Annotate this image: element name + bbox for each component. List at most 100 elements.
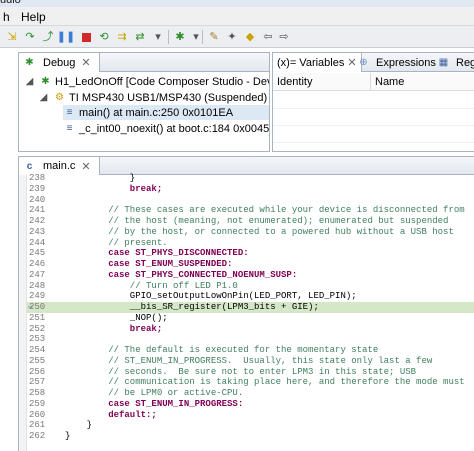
code-line[interactable]: 240	[27, 195, 474, 206]
code-line[interactable]: 238 }	[27, 173, 474, 184]
code-text: __bis_SR_register(LPM3_bits + GIE);	[65, 302, 319, 312]
code-line[interactable]: 248 // Turn off LED P1.0	[27, 281, 474, 292]
line-number: 247	[29, 269, 46, 280]
navigate-forward-icon[interactable]: ⇨	[276, 29, 292, 45]
debug-icon[interactable]: ✱	[172, 29, 188, 45]
code-line[interactable]: 254 // The default is executed for the m…	[27, 345, 474, 356]
menu-bar: h Help	[0, 7, 474, 26]
code-line[interactable]: 260 default:;	[27, 410, 474, 421]
code-text: break;	[65, 323, 163, 334]
code-line[interactable]: 259 case ST_ENUM_IN_PROGRESS:	[27, 399, 474, 410]
code-text: // The default is executed for the momen…	[65, 345, 379, 355]
debug-view: ✱ Debug ✕ ◢ ✱ H1_LedOnOff [Code Composer…	[18, 52, 270, 152]
code-line[interactable]: 258 // be LPM0 or active-CPU.	[27, 388, 474, 399]
grid-line	[273, 142, 474, 143]
debug-tree-item-session[interactable]: ◢ ✱ H1_LedOnOff [Code Composer Studio - …	[23, 74, 269, 89]
tab-debug-label: Debug	[43, 56, 76, 69]
tab-registers[interactable]: ▦ Registers	[433, 53, 474, 72]
code-line[interactable]: 239 break;	[27, 184, 474, 195]
code-text: break;	[65, 183, 163, 194]
code-text: }	[65, 431, 71, 441]
code-editor: c main.c ✕ 238 } 239 break; 240 241 // Thes…	[18, 156, 474, 451]
grid-line	[273, 108, 474, 109]
debug-tree-item-target[interactable]: ◢ ⚙ TI MSP430 USB1/MSP430 (Suspended)	[37, 90, 267, 105]
code-line[interactable]: 252 break;	[27, 324, 474, 335]
variables-view-tabbar: (x)= Variables ✕ ⊕ Expressions ▦ Registe…	[273, 53, 474, 72]
pin-icon[interactable]: ✦	[224, 29, 240, 45]
tab-variables-label: (x)= Variables	[277, 56, 345, 69]
tab-debug[interactable]: ✱ Debug ✕	[19, 53, 100, 72]
tab-expressions[interactable]: ⊕ Expressions	[353, 53, 440, 72]
code-line[interactable]: ⇨ 250 __bis_SR_register(LPM3_bits + GIE);	[27, 302, 474, 313]
collapse-arrow-icon[interactable]: ◢	[23, 75, 36, 88]
code-line[interactable]: 257 // communication is taking place her…	[27, 377, 474, 388]
code-line[interactable]: 262}	[27, 431, 474, 442]
line-number: 259	[29, 398, 46, 409]
code-text: case ST_ENUM_IN_PROGRESS:	[65, 398, 244, 409]
code-text: default:;	[65, 409, 157, 420]
line-number: 242	[29, 216, 46, 226]
line-number: 258	[29, 388, 46, 398]
code-text: // present.	[65, 237, 168, 248]
code-line[interactable]: 247 case ST_PHYS_CONNECTED_NOENUM_SUSP:	[27, 270, 474, 281]
editor-ruler	[19, 175, 27, 451]
line-number: 243	[29, 226, 46, 237]
code-line[interactable]: 245 case ST_PHYS_DISCONNECTED:	[27, 248, 474, 259]
code-line[interactable]: 246 case ST_ENUM_SUSPENDED:	[27, 259, 474, 270]
line-number: 249	[29, 291, 46, 302]
line-number: 256	[29, 366, 46, 377]
code-line[interactable]: 253	[27, 334, 474, 345]
code-line[interactable]: 243 // by the host, or connected to a po…	[27, 227, 474, 238]
tab-expressions-label: Expressions	[376, 56, 436, 69]
toolbar-separator	[168, 30, 169, 44]
code-area[interactable]: 238 } 239 break; 240 241 // These cases are…	[27, 173, 474, 451]
code-line[interactable]: 241 // These cases are executed while yo…	[27, 205, 474, 216]
tools-icon[interactable]: ✎	[206, 29, 222, 45]
step-into-icon[interactable]: ⇲	[4, 29, 20, 45]
window-titlebar: udio	[0, 0, 474, 7]
toolbar: ⇲ ↷ ⤴ ❚❚ ⟲ ⇉ ⇄ ▾ ✱ ▾ ✎ ✦ ◆ ⇦ ⇨	[0, 26, 474, 48]
toolbar-separator	[202, 30, 203, 44]
suspend-icon[interactable]: ❚❚	[57, 29, 75, 45]
view-menu-icon[interactable]: ▾	[150, 29, 166, 45]
line-number: 239	[29, 183, 46, 194]
code-line[interactable]: 256 // seconds. Be sure not to enter LPM…	[27, 367, 474, 378]
step-return-icon[interactable]: ⤴	[40, 29, 56, 45]
code-text: _NOP();	[65, 312, 168, 323]
restart-icon[interactable]: ⟲	[96, 29, 112, 45]
line-number: 241	[29, 205, 46, 216]
code-line[interactable]: 251 _NOP();	[27, 313, 474, 324]
column-header-identity[interactable]: Identity	[273, 73, 371, 91]
code-line[interactable]: 242 // the host (meaning, not enumerated…	[27, 216, 474, 227]
menu-help[interactable]: Help	[21, 10, 46, 24]
tab-variables[interactable]: (x)= Variables ✕	[273, 53, 362, 72]
frame-main-label: main() at main.c:250 0x0101EA	[79, 106, 234, 119]
menu-window[interactable]: h	[3, 10, 10, 24]
line-number: 262	[29, 431, 46, 441]
annotation-icon[interactable]: ◆	[242, 29, 258, 45]
step-over-icon[interactable]: ↷	[22, 29, 38, 45]
debug-tree-item-frame-cint00[interactable]: ≡ _c_int00_noexit() at boot.c:184 0x0045…	[63, 121, 270, 136]
tab-registers-label: Registers	[456, 56, 474, 69]
code-line[interactable]: 249 GPIO_setOutputLowOnPin(LED_PORT, LED…	[27, 291, 474, 302]
code-line[interactable]: 244 // present.	[27, 238, 474, 249]
frame-cint00-label: _c_int00_noexit() at boot.c:184 0x004572…	[79, 122, 270, 135]
close-icon[interactable]: ✕	[81, 56, 90, 69]
code-text: case ST_ENUM_SUSPENDED:	[65, 259, 233, 269]
line-number: 255	[29, 355, 46, 366]
stack-frame-icon: ≡	[66, 107, 73, 118]
resume-icon[interactable]: ⇉	[114, 29, 130, 45]
code-line[interactable]: 255 // ST_ENUM_IN_PROGRESS. Usually, thi…	[27, 356, 474, 367]
code-text: // by the host, or connected to a powere…	[65, 226, 454, 237]
code-line[interactable]: 261 }	[27, 420, 474, 431]
terminate-icon[interactable]	[78, 29, 94, 45]
close-icon[interactable]: ✕	[81, 160, 90, 173]
tab-main-c-label: main.c	[43, 160, 76, 172]
collapse-arrow-icon[interactable]: ◢	[37, 91, 50, 104]
debug-tree-item-frame-main[interactable]: ≡ main() at main.c:250 0x0101EA	[63, 105, 269, 120]
line-number: 261	[29, 420, 46, 431]
column-header-name[interactable]: Name	[371, 73, 474, 91]
navigate-back-icon[interactable]: ⇦	[260, 29, 276, 45]
disconnect-icon[interactable]: ⇄	[132, 29, 148, 45]
line-number: 252	[29, 323, 46, 334]
